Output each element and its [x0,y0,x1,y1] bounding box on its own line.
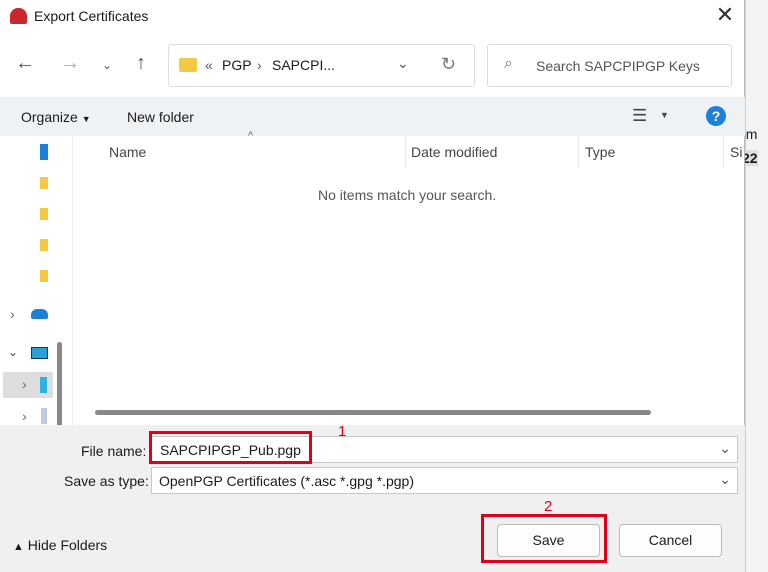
horizontal-scrollbar[interactable] [95,410,651,415]
folder-icon [179,58,197,72]
annotation-label-2: 2 [544,498,553,515]
address-bar[interactable]: « PGP › SAPCPI... ⌄ ↻ [168,44,475,87]
navigation-pane: › ⌄ › › [0,136,67,452]
drive-icon [40,377,47,393]
file-name-label: File name: [81,443,147,459]
up-arrow-icon[interactable]: ↑ [129,52,153,75]
help-button[interactable]: ? [706,106,726,126]
expand-chevron-icon[interactable]: › [22,408,27,424]
save-type-value: OpenPGP Certificates (*.asc *.gpg *.pgp) [159,473,414,489]
drive-icon[interactable] [41,408,47,424]
annotation-box-1 [149,431,312,464]
app-icon [10,8,27,24]
back-arrow-icon[interactable]: ← [13,52,37,75]
column-separator[interactable] [405,136,406,168]
dropdown-icon: ▼ [81,114,91,124]
breadcrumb-separator-icon: › [257,57,262,73]
chevron-up-icon: ▲ [13,541,24,553]
save-type-label: Save as type: [64,473,149,489]
folder-icon[interactable] [40,177,48,189]
annotation-box-2 [481,514,607,563]
column-header-type[interactable]: Type [585,144,615,160]
hide-folders-label: Hide Folders [27,537,108,553]
drive-icon[interactable] [40,144,48,160]
view-options-icon[interactable]: ☰ [632,106,647,126]
recent-chevron-icon[interactable]: ⌄ [95,58,119,72]
folder-icon[interactable] [40,270,48,282]
search-input[interactable]: ⌕ Search SAPCPIPGP Keys [487,44,732,87]
new-folder-button[interactable]: New folder [127,109,194,125]
this-pc-icon[interactable] [31,347,48,359]
search-placeholder: Search SAPCPIPGP Keys [536,58,700,74]
sort-ascending-icon: ^ [248,130,254,142]
address-dropdown-icon[interactable]: ⌄ [397,55,409,72]
collapse-chevron-icon[interactable]: ⌄ [8,345,18,359]
refresh-icon[interactable]: ↻ [441,54,456,75]
empty-message: No items match your search. [318,187,497,203]
column-header-size[interactable]: Si [730,144,742,160]
onedrive-icon[interactable] [31,309,48,319]
breadcrumb-overflow[interactable]: « [205,57,213,73]
export-dialog: Export Certificates ✕ ← → ⌄ ↑ « PGP › SA… [0,0,745,572]
view-dropdown-icon[interactable]: ▼ [660,110,669,120]
forward-arrow-icon[interactable]: → [58,52,82,75]
folder-icon[interactable] [40,239,48,251]
close-button[interactable]: ✕ [712,2,738,28]
hide-folders-button[interactable]: ▲ Hide Folders [13,537,107,553]
toolbar: Organize ▼ New folder ☰ ▼ ? [0,97,745,136]
search-icon: ⌕ [504,55,513,72]
column-header-date-modified[interactable]: Date modified [411,144,497,160]
cancel-button[interactable]: Cancel [619,524,722,557]
folder-icon[interactable] [40,208,48,220]
expand-chevron-icon[interactable]: › [22,376,27,392]
column-header-name[interactable]: Name [109,144,146,160]
breadcrumb-sapcpi[interactable]: SAPCPI... [272,57,335,73]
breadcrumb-pgp[interactable]: PGP [222,57,252,73]
save-options-panel: File name: SAPCPIPGP_Pub.pgp ⌄ 1 Save as… [0,423,745,572]
column-separator[interactable] [578,136,579,168]
chevron-down-icon[interactable]: ⌄ [719,440,731,457]
annotation-label-1: 1 [338,423,347,440]
chevron-down-icon[interactable]: ⌄ [719,471,731,488]
file-list: ^ Name Date modified Type Si No items ma… [72,130,745,425]
window-title: Export Certificates [34,8,149,24]
expand-chevron-icon[interactable]: › [10,306,15,322]
background-app: om 22 [738,0,768,572]
organize-button[interactable]: Organize ▼ [21,109,91,125]
save-type-select[interactable]: OpenPGP Certificates (*.asc *.gpg *.pgp)… [151,467,738,494]
column-separator[interactable] [723,136,724,168]
organize-label: Organize [21,109,78,125]
